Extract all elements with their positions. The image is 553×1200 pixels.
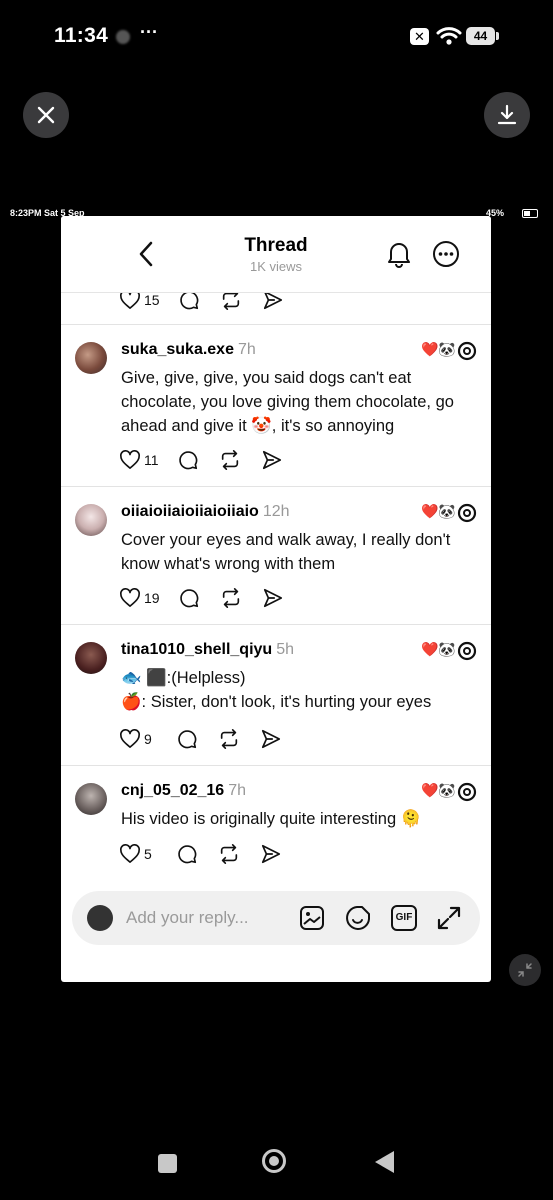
avatar[interactable] (75, 783, 107, 815)
download-button[interactable] (484, 92, 530, 138)
share-icon[interactable] (262, 587, 284, 609)
action-bar: 5 (119, 842, 282, 866)
collapse-button[interactable] (509, 954, 541, 986)
heart-icon[interactable] (119, 290, 141, 310)
comment-icon[interactable] (177, 449, 199, 471)
avatar[interactable] (75, 642, 107, 674)
bell-icon[interactable] (386, 240, 412, 268)
back-button[interactable] (375, 1151, 394, 1173)
view-count: 1K views (249, 259, 303, 274)
battery-tip (496, 32, 499, 40)
collapse-icon (518, 963, 532, 977)
image-icon[interactable] (299, 905, 325, 931)
reply-avatar (87, 905, 113, 931)
more-notifications-icon: ··· (140, 22, 158, 42)
action-bar: 11 (119, 448, 283, 472)
reaction-badge: ❤️🐼 (421, 782, 456, 798)
download-icon (497, 104, 517, 125)
heart-icon[interactable] (119, 450, 141, 470)
like-count: 5 (144, 846, 152, 862)
comment-icon[interactable] (178, 587, 200, 609)
thread-header: Thread 1K views (61, 216, 491, 293)
comment-icon[interactable] (176, 728, 198, 750)
repost-icon[interactable] (219, 449, 241, 471)
comment-text: His video is originally quite interestin… (121, 810, 422, 828)
reaction-badge: ❤️🐼 (421, 503, 456, 519)
gif-icon[interactable]: GIF (391, 905, 417, 931)
username[interactable]: suka_suka.exe 7h (121, 341, 256, 359)
comment-row: tina1010_shell_qiyu 5h ❤️🐼 🐟 ⬛:(Helpless)… (61, 624, 491, 766)
close-icon (37, 106, 55, 124)
comment-row: suka_suka.exe 7h ❤️🐼 Give, give, give, yo… (61, 324, 491, 487)
reaction-badge: ❤️🐼 (421, 341, 456, 357)
username[interactable]: tina1010_shell_qiyu 5h (121, 641, 294, 659)
inner-battery-icon (522, 209, 538, 218)
username[interactable]: cnj_05_02_16 7h (121, 782, 246, 800)
page-title: Thread (244, 235, 308, 256)
repost-icon[interactable] (220, 587, 242, 609)
threads-logo-icon[interactable] (457, 341, 477, 361)
like-count: 9 (144, 731, 152, 747)
comment-row: cnj_05_02_16 7h ❤️🐼 His video is original… (61, 765, 491, 877)
repost-icon[interactable] (218, 728, 240, 750)
action-bar: 19 (119, 586, 284, 610)
avatar[interactable] (75, 342, 107, 374)
close-button[interactable] (23, 92, 69, 138)
comment-text: Cover your eyes and walk away, I really … (121, 531, 451, 573)
username[interactable]: oiiaioiiaioiiaioiiaio 12h (121, 503, 290, 521)
reply-input[interactable]: Add your reply... (126, 908, 249, 928)
home-button[interactable] (262, 1149, 286, 1173)
x-app-icon: ✕ (410, 28, 429, 45)
like-count: 19 (144, 590, 160, 606)
timestamp: 7h (237, 341, 256, 358)
timestamp: 7h (228, 782, 246, 799)
like-count: 11 (144, 452, 159, 468)
heart-icon[interactable] (119, 729, 141, 749)
like-count: 15 (144, 292, 160, 308)
comment-text-line-2: 🍎: Sister, don't look, it's hurting your… (121, 693, 432, 711)
recents-button[interactable] (158, 1154, 177, 1173)
expand-icon[interactable] (436, 905, 462, 931)
sticker-icon[interactable] (345, 905, 371, 931)
reply-bar: Add your reply... GIF (72, 891, 480, 945)
notification-dot (116, 30, 130, 44)
more-icon[interactable] (432, 240, 460, 268)
battery-indicator: 44 (466, 27, 495, 45)
heart-icon[interactable] (119, 844, 141, 864)
status-time: 11:34 (54, 24, 109, 47)
timestamp: 12h (262, 503, 290, 520)
threads-logo-icon[interactable] (457, 782, 477, 802)
repost-icon[interactable] (218, 843, 240, 865)
comment-row: oiiaioiiaioiiaioiiaio 12h ❤️🐼 Cover your … (61, 486, 491, 625)
thread-card: 15 Thread 1K views suka_suka.exe 7h ❤️🐼 G… (61, 216, 491, 982)
action-bar: 9 (119, 727, 282, 751)
comment-icon[interactable] (176, 843, 198, 865)
heart-icon[interactable] (119, 588, 141, 608)
share-icon[interactable] (261, 449, 283, 471)
partial-comment-row: 15 (61, 290, 491, 325)
threads-logo-icon[interactable] (457, 503, 477, 523)
threads-logo-icon[interactable] (457, 641, 477, 661)
share-icon[interactable] (260, 843, 282, 865)
reaction-badge: ❤️🐼 (421, 641, 456, 657)
comment-text: Give, give, give, you said dogs can't ea… (121, 369, 454, 435)
avatar[interactable] (75, 504, 107, 536)
share-icon[interactable] (260, 728, 282, 750)
timestamp: 5h (276, 641, 294, 658)
wifi-icon (436, 27, 462, 45)
comment-text-line-1: 🐟 ⬛:(Helpless) (121, 669, 246, 687)
